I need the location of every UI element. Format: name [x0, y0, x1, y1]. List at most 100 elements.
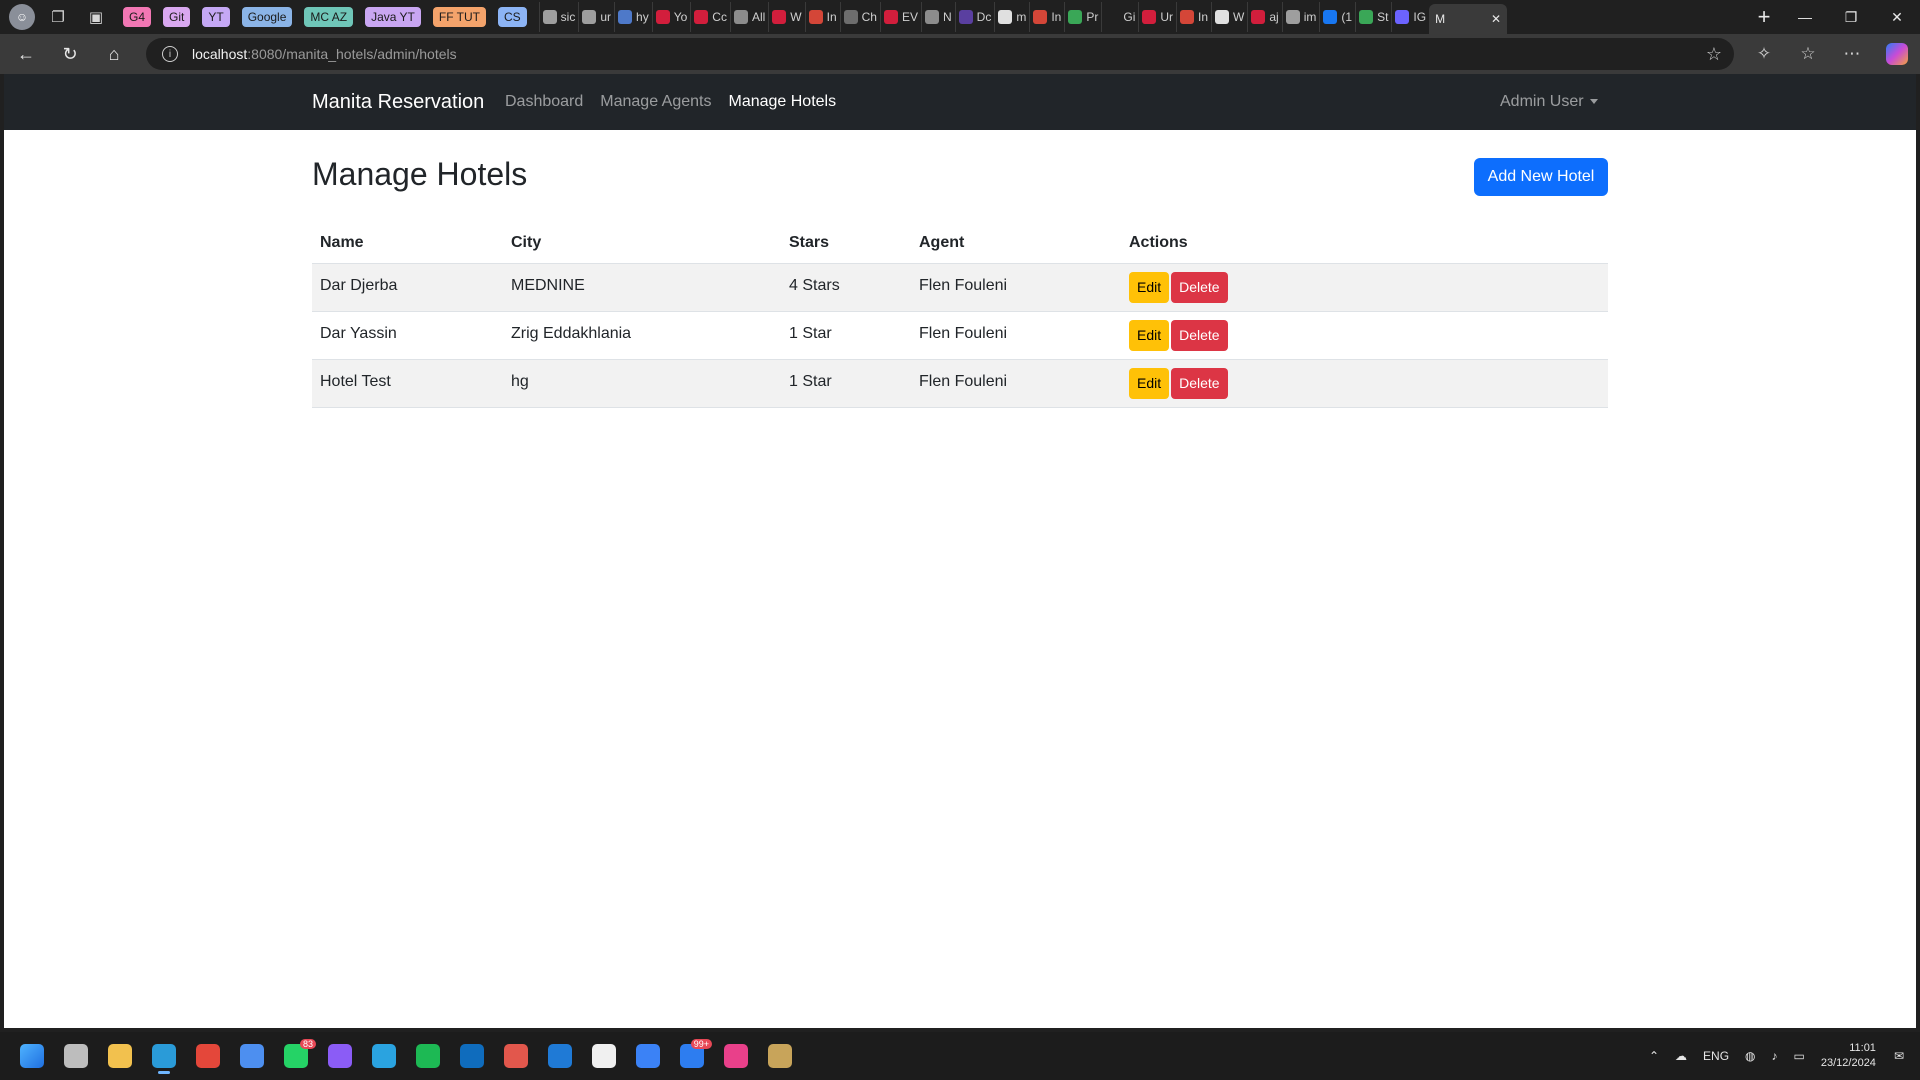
telegram-taskbar-icon[interactable] [366, 1038, 402, 1074]
active-browser-tab[interactable]: M ✕ [1429, 4, 1508, 34]
start-taskbar-icon[interactable] [14, 1038, 50, 1074]
messenger-icon [328, 1044, 352, 1068]
trello-taskbar-icon[interactable] [542, 1038, 578, 1074]
minimize-button[interactable]: — [1782, 0, 1828, 34]
browser-tab[interactable]: Cc [690, 2, 730, 32]
close-window-button[interactable]: ✕ [1874, 0, 1920, 34]
browser-tab[interactable]: ur [578, 2, 614, 32]
task-view-taskbar-icon[interactable] [58, 1038, 94, 1074]
site-info-icon[interactable]: i [162, 46, 178, 62]
browser-tab[interactable]: m [994, 2, 1029, 32]
browser-tab[interactable]: Ch [839, 2, 880, 32]
outlook-taskbar-icon[interactable] [454, 1038, 490, 1074]
store-taskbar-icon[interactable] [234, 1038, 270, 1074]
delete-button[interactable]: Delete [1171, 367, 1228, 399]
home-button[interactable]: ⌂ [96, 38, 132, 70]
browser-tab[interactable]: IG [1391, 2, 1429, 32]
browser-tab[interactable]: N [921, 2, 955, 32]
tab-group-chip[interactable]: Java YT [365, 7, 421, 27]
browser-tab[interactable]: Yo [651, 2, 691, 32]
whatsapp-taskbar-icon[interactable]: 83 [278, 1038, 316, 1074]
browser-tab[interactable]: Gi [1101, 2, 1138, 32]
browser-tab[interactable]: im [1281, 2, 1320, 32]
notepad-taskbar-icon[interactable] [630, 1038, 666, 1074]
favorite-star-icon[interactable]: ☆ [1706, 44, 1722, 65]
browser-tab[interactable]: W [768, 2, 804, 32]
profile-avatar[interactable]: ☺ [9, 4, 35, 30]
tab-label: ur [600, 10, 612, 24]
language-indicator[interactable]: ENG [1703, 1049, 1729, 1063]
browser-tab[interactable]: St [1355, 2, 1391, 32]
add-new-hotel-button[interactable]: Add New Hotel [1474, 158, 1608, 196]
intellij-taskbar-icon[interactable] [718, 1038, 754, 1074]
globe-icon[interactable]: ◍ [1745, 1049, 1755, 1063]
browser-tab[interactable]: Ur [1138, 2, 1176, 32]
mail-taskbar-icon[interactable]: 99+ [674, 1038, 712, 1074]
tab-favicon-icon [1142, 10, 1157, 24]
brand-link[interactable]: Manita Reservation [312, 91, 484, 114]
restore-button[interactable]: ❐ [1828, 0, 1874, 34]
browser-tab[interactable]: hy [614, 2, 652, 32]
tab-group-chip[interactable]: MC AZ [304, 7, 354, 27]
browser-tab[interactable]: W [1211, 2, 1247, 32]
user-dropdown[interactable]: Admin User [1500, 93, 1598, 111]
file-explorer-taskbar-icon[interactable] [102, 1038, 138, 1074]
notion-icon [592, 1044, 616, 1068]
browser-tab[interactable]: In [1176, 2, 1211, 32]
tab-favicon-icon [998, 10, 1013, 24]
league-taskbar-icon[interactable] [762, 1038, 798, 1074]
tab-group-chip[interactable]: CS [498, 7, 527, 27]
edit-button[interactable]: Edit [1129, 319, 1170, 351]
refresh-button[interactable]: ↻ [52, 38, 88, 70]
browser-tab[interactable]: In [1029, 2, 1064, 32]
close-tab-icon[interactable]: ✕ [1491, 12, 1501, 26]
browser-tab[interactable]: EV [879, 2, 921, 32]
back-button[interactable]: ← [8, 38, 44, 70]
more-menu-icon[interactable]: ⋯ [1830, 44, 1874, 64]
tab-favicon-icon [1215, 10, 1230, 24]
delete-button[interactable]: Delete [1171, 319, 1228, 351]
tab-group-chip[interactable]: Google [241, 7, 293, 27]
network-off-icon[interactable]: ☁ [1675, 1049, 1687, 1063]
clock[interactable]: 11:01 23/12/2024 [1821, 1041, 1876, 1071]
browser-tab[interactable]: All [729, 2, 768, 32]
hotel-agent-cell: Flen Fouleni [911, 359, 1121, 408]
edge-taskbar-icon[interactable] [146, 1038, 182, 1074]
tab-group-chip[interactable]: Git [163, 7, 191, 27]
address-bar[interactable]: i localhost:8080/manita_hotels/admin/hot… [146, 38, 1734, 70]
edit-button[interactable]: Edit [1129, 367, 1170, 399]
tab-favicon-icon [808, 10, 823, 24]
notion-taskbar-icon[interactable] [586, 1038, 622, 1074]
volume-icon[interactable]: ♪ [1772, 1049, 1778, 1063]
notification-icon[interactable]: ✉ [1894, 1049, 1904, 1063]
store-icon [240, 1044, 264, 1068]
app-red-taskbar-icon[interactable] [498, 1038, 534, 1074]
tab-actions-icon[interactable]: ▣ [81, 3, 111, 31]
tab-group-chip[interactable]: YT [202, 7, 230, 27]
messenger-taskbar-icon[interactable] [322, 1038, 358, 1074]
nav-link-manage-agents[interactable]: Manage Agents [600, 93, 711, 111]
browser-tab[interactable]: Pr [1064, 2, 1101, 32]
browser-tab[interactable]: In [804, 2, 840, 32]
spotify-icon [416, 1044, 440, 1068]
tab-group-chip[interactable]: G4 [123, 7, 152, 27]
browser-tab[interactable]: sic [538, 2, 579, 32]
workspaces-icon[interactable]: ❐ [43, 3, 73, 31]
browser-tab[interactable]: Dc [954, 2, 995, 32]
spotify-taskbar-icon[interactable] [410, 1038, 446, 1074]
delete-button[interactable]: Delete [1171, 271, 1228, 303]
copilot-icon[interactable] [1886, 43, 1908, 65]
extensions-icon[interactable]: ✧ [1742, 44, 1786, 64]
nav-link-manage-hotels[interactable]: Manage Hotels [728, 93, 836, 111]
battery-icon[interactable]: ▭ [1794, 1049, 1805, 1063]
edit-button[interactable]: Edit [1129, 271, 1170, 303]
show-hidden-icons-icon[interactable]: ⌃ [1649, 1049, 1659, 1063]
nav-link-dashboard[interactable]: Dashboard [505, 93, 583, 111]
browser-tab[interactable]: aj [1247, 2, 1281, 32]
browser-tab[interactable]: (1 [1319, 2, 1355, 32]
new-tab-button[interactable]: + [1746, 4, 1782, 30]
favorites-icon[interactable]: ☆ [1786, 44, 1830, 64]
tab-group-chip[interactable]: FF TUT [432, 7, 486, 27]
chrome-taskbar-icon[interactable] [190, 1038, 226, 1074]
tab-favicon-icon [1180, 10, 1195, 24]
